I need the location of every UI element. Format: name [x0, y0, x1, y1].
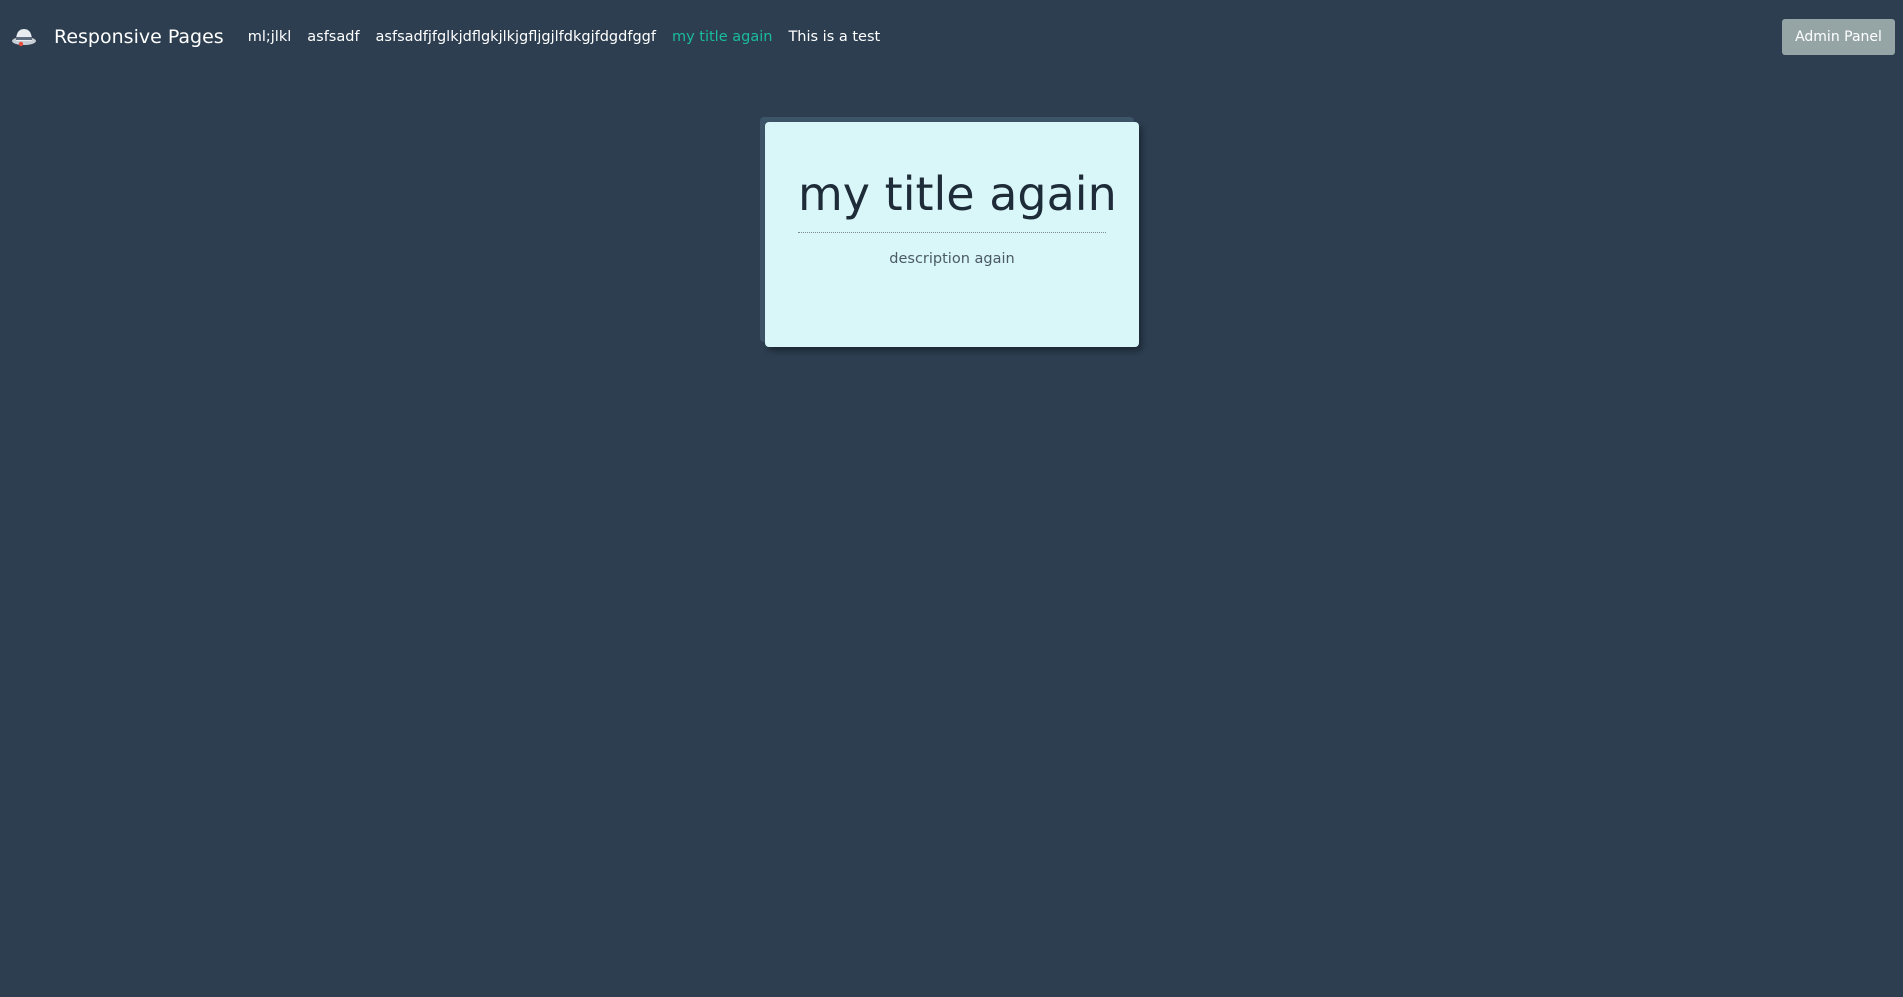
brand-link[interactable]: Responsive Pages — [10, 23, 224, 51]
hat-logo-icon — [12, 29, 36, 47]
nav-link-asfsadf[interactable]: asfsadf — [307, 29, 359, 45]
page-title: my title again — [798, 122, 1117, 234]
page-card: my title again description again — [765, 122, 1139, 347]
page-description: description again — [889, 251, 1015, 268]
nav-link-long-page[interactable]: asfsadfjfglkjdflgkjlkjgfljgjlfdkgjfdgdfg… — [376, 29, 656, 45]
nav-link-this-is-a-test[interactable]: This is a test — [788, 29, 880, 45]
nav-links: ml;jlkl asfsadf asfsadfjfglkjdflgkjlkjgf… — [248, 29, 897, 45]
nav-link-mljlkl[interactable]: ml;jlkl — [248, 29, 292, 45]
admin-panel-button[interactable]: Admin Panel — [1782, 19, 1895, 55]
nav-link-my-title-again[interactable]: my title again — [672, 29, 772, 45]
brand-name: Responsive Pages — [54, 26, 224, 48]
top-navbar: Responsive Pages ml;jlkl asfsadf asfsadf… — [0, 0, 1903, 74]
